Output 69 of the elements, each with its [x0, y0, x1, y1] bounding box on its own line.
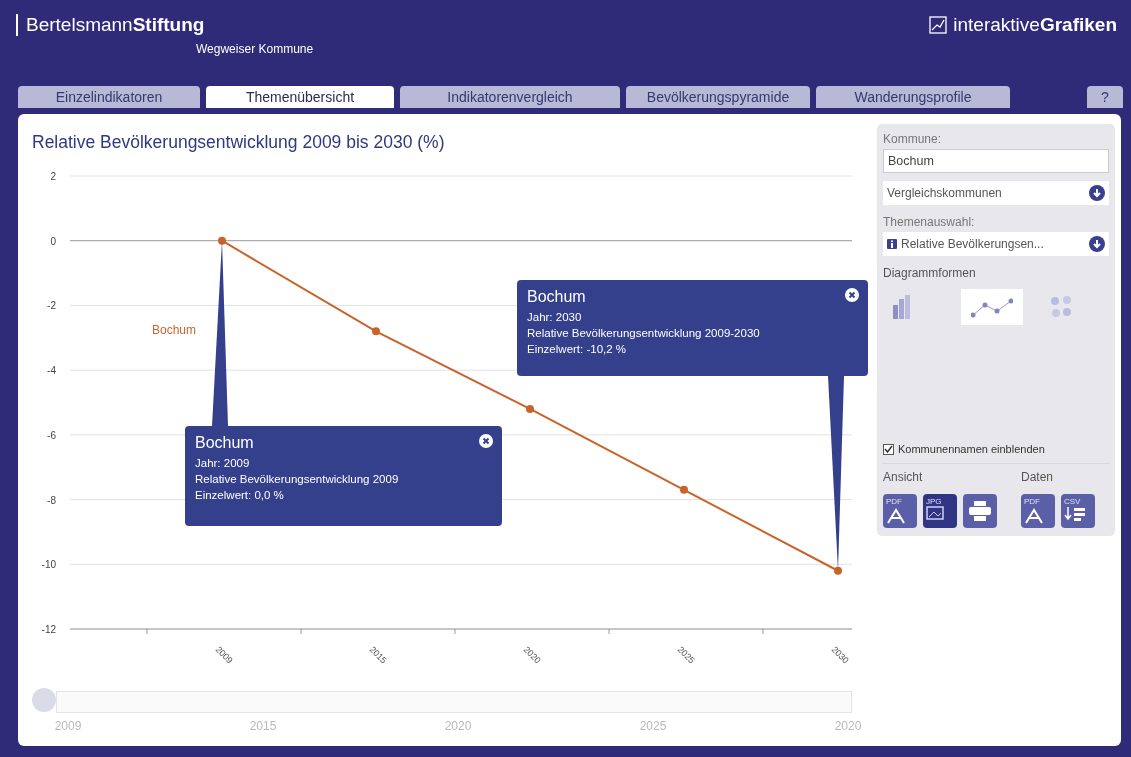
y-tick-label: 0: [50, 235, 56, 247]
chart-title: Relative Bevölkerungsentwicklung 2009 bis 2030 (%): [32, 132, 446, 153]
data-point[interactable]: [680, 485, 688, 494]
section-label: Diagrammformen: [883, 266, 977, 280]
data-point[interactable]: [526, 404, 534, 413]
timeline-label: 2025: [639, 719, 667, 733]
tab[interactable]: Wanderungsprofile: [816, 86, 1010, 108]
help-tab[interactable]: ?: [1087, 86, 1123, 108]
dropdown-text: Relative Bevölkerungsen...: [901, 237, 1045, 251]
timeline-handle[interactable]: [32, 688, 56, 712]
tooltip-text: Jahr: 2030: [527, 310, 583, 325]
timeline-label: 2015: [249, 719, 277, 733]
pdf-icon: [1024, 506, 1044, 524]
jpg-export-button[interactable]: JPG: [923, 494, 957, 528]
tooltip-text: Einzelwert: 0,0 %: [195, 488, 285, 503]
section-label: Daten: [1021, 470, 1055, 484]
chart-type-button[interactable]: [961, 289, 1023, 325]
tab[interactable]: Einzelindikatoren: [18, 86, 200, 108]
line-chart-icon: [971, 298, 1013, 318]
comparison-dropdown[interactable]: Vergleichskommunen: [883, 181, 1109, 205]
timeline-track[interactable]: [56, 691, 852, 713]
bar-chart-icon: [893, 295, 910, 319]
brand-logo: BertelsmannStiftung: [26, 14, 205, 36]
data-point[interactable]: [218, 236, 226, 245]
field-label: Themenauswahl:: [883, 215, 976, 229]
y-tick-label: -10: [41, 559, 56, 571]
checkbox[interactable]: [883, 443, 894, 455]
pdf-icon: [886, 506, 906, 524]
image-file-icon: [926, 506, 944, 520]
tooltip-text: Relative Bevölkerungsentwicklung 2009: [195, 472, 400, 487]
pdf-export-button[interactable]: PDF: [883, 494, 917, 528]
kommune-field[interactable]: Bochum: [883, 149, 1109, 173]
app-subtitle: Wegweiser Kommune: [196, 42, 314, 56]
series-label: Bochum: [152, 323, 197, 337]
pdf-export-button[interactable]: PDF: [1021, 494, 1055, 528]
tab[interactable]: Bevölkerungspyramide: [626, 86, 810, 108]
field-label: Kommune:: [883, 132, 943, 146]
timeline-label: 2020: [444, 719, 472, 733]
timeline-label: 2020: [834, 719, 862, 733]
y-tick-label: -6: [47, 429, 56, 441]
tooltip-title: Bochum: [527, 288, 586, 306]
y-tick-label: -12: [41, 624, 56, 635]
data-point[interactable]: [834, 566, 842, 575]
y-tick-label: -2: [47, 300, 56, 312]
bubble-chart-icon: [1051, 296, 1071, 317]
product-logo: interaktiveGrafiken: [953, 14, 1117, 36]
chart-icon: [929, 16, 948, 34]
dropdown-text: Vergleichskommunen: [887, 186, 1003, 200]
data-point[interactable]: [372, 327, 380, 336]
topic-dropdown[interactable]: Relative Bevölkerungsen...: [883, 232, 1109, 256]
tooltip-text: Relative Bevölkerungsentwicklung 2009-2030: [527, 326, 761, 341]
checkbox-label: Kommunennamen einblenden: [898, 443, 1045, 455]
data-file-icon: [1064, 506, 1086, 522]
close-icon[interactable]: [479, 434, 493, 448]
csv-export-button[interactable]: CSV: [1061, 494, 1095, 528]
close-icon[interactable]: [845, 288, 859, 302]
tooltip-title: Bochum: [195, 434, 254, 452]
printer-icon: [968, 500, 992, 522]
tooltip-text: Jahr: 2009: [195, 456, 251, 471]
section-label: Ansicht: [883, 470, 924, 484]
y-tick-label: -4: [47, 365, 56, 377]
print-export-button[interactable]: [963, 494, 997, 528]
y-tick-label: -8: [47, 494, 56, 506]
tab[interactable]: Themenübersicht: [206, 86, 394, 108]
y-tick-label: 2: [50, 171, 56, 182]
info-icon: [887, 239, 897, 249]
tab[interactable]: Indikatorenvergleich: [400, 86, 620, 108]
timeline-label: 2009: [54, 719, 82, 733]
tooltip-text: Einzelwert: -10,2 %: [527, 342, 628, 357]
